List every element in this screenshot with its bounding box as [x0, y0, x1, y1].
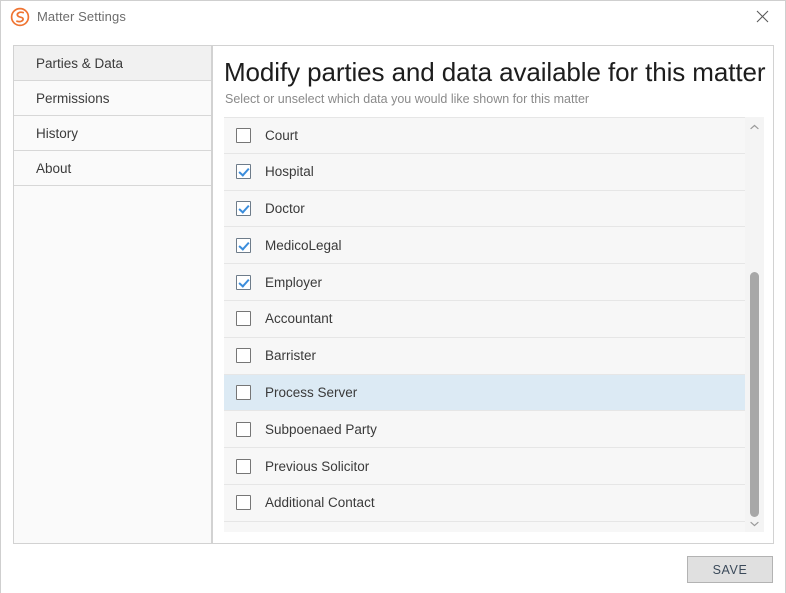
checkbox-barrister[interactable]: [236, 348, 251, 364]
scroll-up-button[interactable]: [745, 117, 764, 135]
checkbox-process-server[interactable]: [236, 384, 251, 400]
matter-settings-dialog: Matter Settings Parties & Data Permission…: [0, 0, 786, 593]
chevron-down-icon: [750, 514, 759, 532]
list-item-label: Subpoenaed Party: [265, 421, 377, 437]
orange-swirl-logo-icon: [10, 7, 30, 27]
list-item-label: Employer: [265, 274, 323, 290]
sidebar-item-label: History: [36, 125, 79, 141]
parties-data-list: Court Hospital Doctor MedicoLegal Employer Ac…: [224, 117, 764, 532]
sidebar-item-permissions[interactable]: Permissions: [14, 81, 211, 116]
page-title: Modify parties and data available for th…: [224, 57, 766, 87]
checkbox-accountant[interactable]: [236, 311, 251, 327]
settings-sidebar: Parties & Data Permissions History About: [13, 45, 212, 544]
sidebar-item-history[interactable]: History: [14, 116, 211, 151]
sidebar-item-label: Parties & Data: [36, 55, 124, 71]
checkbox-hospital[interactable]: [236, 164, 251, 180]
checkbox-doctor[interactable]: [236, 200, 251, 216]
title-bar: Matter Settings: [1, 1, 785, 32]
checkbox-court[interactable]: [236, 127, 251, 143]
sidebar-item-about[interactable]: About: [14, 151, 211, 186]
window-title: Matter Settings: [37, 9, 126, 24]
list-item[interactable]: Accountant: [224, 301, 745, 338]
page-subtitle: Select or unselect which data you would …: [225, 92, 590, 107]
sidebar-item-label: Permissions: [36, 90, 110, 106]
sidebar-item-parties-data[interactable]: Parties & Data: [14, 46, 211, 81]
list-scrollbar[interactable]: [745, 117, 764, 532]
chevron-up-icon: [750, 117, 759, 135]
checkbox-subpoenaed-party[interactable]: [236, 421, 251, 437]
list-item[interactable]: MedicoLegal: [224, 227, 745, 265]
list-item-label: Hospital: [265, 164, 314, 180]
list-item[interactable]: Employer: [224, 264, 745, 301]
settings-content-panel: Modify parties and data available for th…: [212, 45, 774, 544]
scroll-down-button[interactable]: [745, 514, 764, 532]
list-item-label: Court: [265, 127, 299, 143]
checkbox-employer[interactable]: [236, 274, 251, 290]
list-item-label: Doctor: [265, 200, 305, 216]
scrollbar-track[interactable]: [745, 135, 764, 517]
save-button[interactable]: SAVE: [687, 556, 773, 583]
list-item[interactable]: Additional Contact: [224, 485, 745, 522]
list-item[interactable]: Court: [224, 117, 745, 154]
list-item-label: Accountant: [265, 311, 333, 327]
list-item-label: Process Server: [265, 384, 358, 400]
list-item[interactable]: Process Server: [224, 374, 745, 412]
list-item-label: Additional Contact: [265, 495, 375, 511]
list-item[interactable]: Hospital: [224, 154, 745, 191]
checkbox-previous-solicitor[interactable]: [236, 458, 251, 474]
sidebar-item-label: About: [36, 160, 72, 176]
close-icon: [756, 10, 769, 23]
list-item-label: Previous Solicitor: [265, 458, 370, 474]
list-item-label: Barrister: [265, 348, 317, 364]
list-item-label: MedicoLegal: [265, 237, 342, 253]
checkbox-additional-contact[interactable]: [236, 495, 251, 511]
list-item[interactable]: Previous Solicitor: [224, 448, 745, 485]
list-item[interactable]: Doctor: [224, 191, 745, 228]
list-item[interactable]: Barrister: [224, 338, 745, 375]
list-item[interactable]: Subpoenaed Party: [224, 411, 745, 449]
scrollbar-thumb[interactable]: [750, 272, 759, 517]
dialog-footer: SAVE: [1, 554, 785, 593]
checkbox-medicolegal[interactable]: [236, 237, 251, 253]
close-button[interactable]: [740, 1, 785, 32]
